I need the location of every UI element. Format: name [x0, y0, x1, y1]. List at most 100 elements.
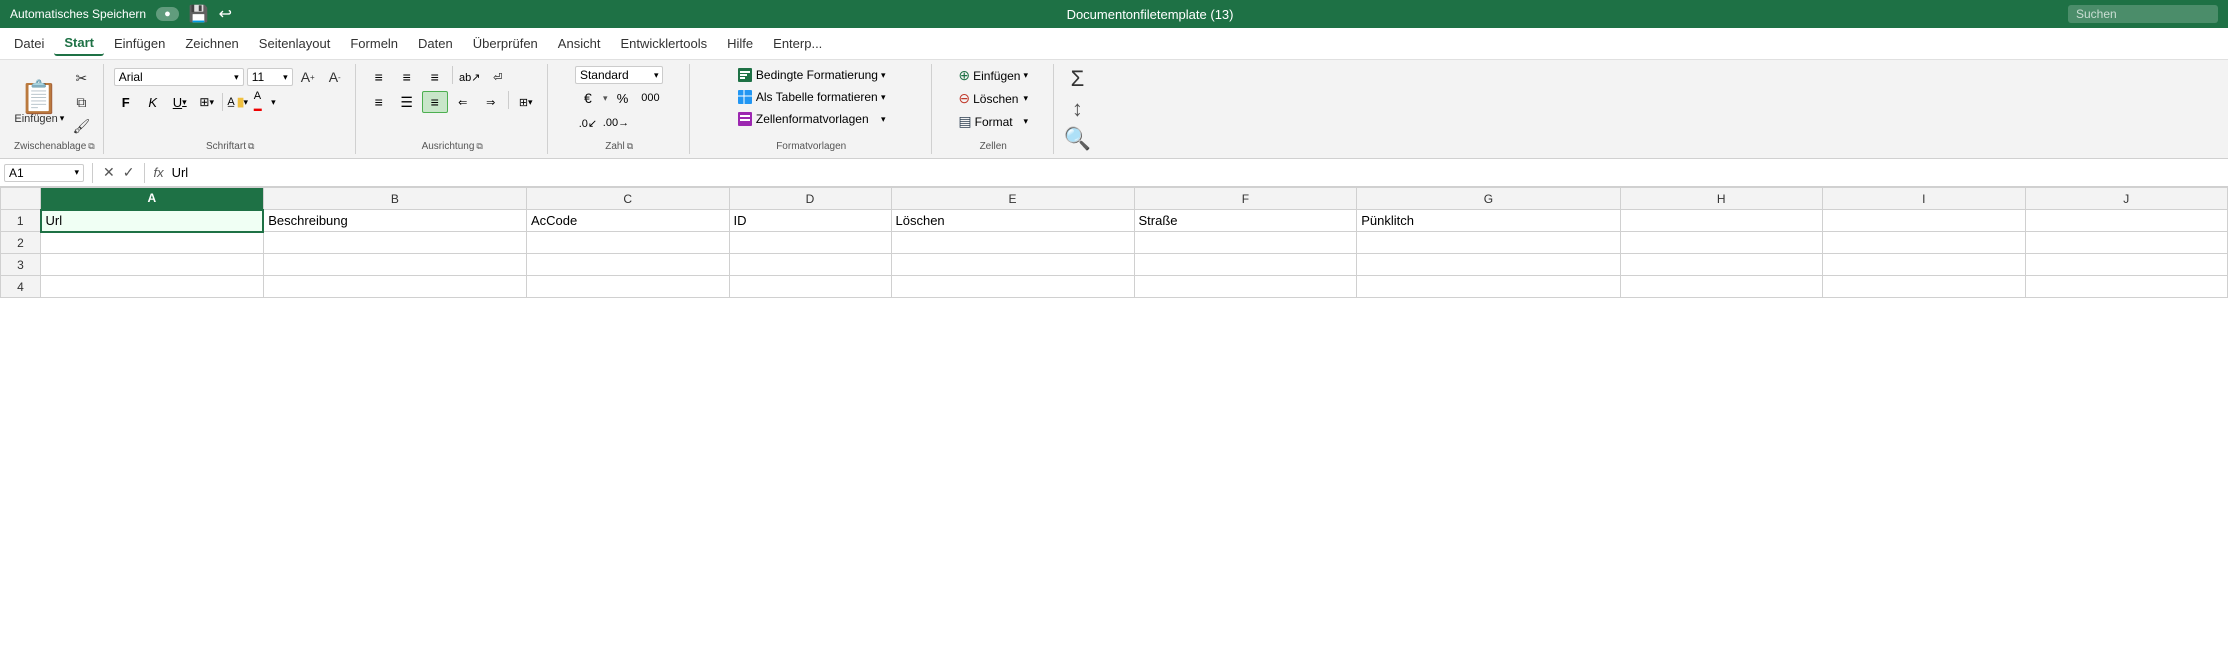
cell-C1[interactable]: AcCode	[527, 210, 730, 232]
confirm-formula-button[interactable]: ✓	[121, 162, 137, 183]
format-button[interactable]: ▤ Format ▾	[954, 112, 1032, 131]
sort-button[interactable]: ↕	[1072, 96, 1083, 122]
col-header-J[interactable]: J	[2025, 188, 2228, 210]
cell-B1[interactable]: Beschreibung	[263, 210, 526, 232]
menu-item-formeln[interactable]: Formeln	[340, 32, 408, 55]
cell-I4[interactable]	[1823, 276, 2026, 298]
col-header-C[interactable]: C	[527, 188, 730, 210]
merge-cells-button[interactable]: ⊞ ▾	[513, 91, 539, 113]
cell-E2[interactable]	[891, 232, 1134, 254]
undo-icon[interactable]: ↩	[219, 4, 232, 24]
menu-item-seitenlayout[interactable]: Seitenlayout	[249, 32, 341, 55]
col-header-D[interactable]: D	[729, 188, 891, 210]
cell-F1[interactable]: Straße	[1134, 210, 1357, 232]
menu-item-zeichnen[interactable]: Zeichnen	[175, 32, 248, 55]
cell-C3[interactable]	[527, 254, 730, 276]
cell-C2[interactable]	[527, 232, 730, 254]
autosave-toggle[interactable]: ●	[156, 7, 179, 21]
font-color-button[interactable]: A ▬ ▾	[253, 91, 277, 113]
font-name-selector[interactable]: Arial ▾	[114, 68, 244, 86]
paste-button[interactable]: 📋 Einfügen ▾	[14, 81, 64, 125]
decrease-font-button[interactable]: A-	[323, 66, 347, 88]
col-header-B[interactable]: B	[263, 188, 526, 210]
col-header-H[interactable]: H	[1620, 188, 1823, 210]
cell-H1[interactable]	[1620, 210, 1823, 232]
cell-A3[interactable]	[41, 254, 264, 276]
cell-J2[interactable]	[2025, 232, 2228, 254]
cell-I3[interactable]	[1823, 254, 2026, 276]
cell-G4[interactable]	[1357, 276, 1620, 298]
search-input[interactable]	[2068, 5, 2218, 23]
cell-H2[interactable]	[1620, 232, 1823, 254]
accounting-button[interactable]: €	[575, 87, 601, 109]
align-center-button[interactable]: ☰	[394, 91, 420, 113]
find-button[interactable]: 🔍	[1064, 126, 1091, 152]
autosum-button[interactable]: Σ	[1071, 66, 1085, 92]
cell-E4[interactable]	[891, 276, 1134, 298]
bedingte-formatierung-button[interactable]: Bedingte Formatierung ▾	[733, 66, 890, 84]
menu-item-einfuegen[interactable]: Einfügen	[104, 32, 175, 55]
cell-J1[interactable]	[2025, 210, 2228, 232]
ausrichtung-expand[interactable]: ⧉	[476, 141, 482, 152]
cell-G1[interactable]: Pünklitch	[1357, 210, 1620, 232]
copy-button[interactable]: ⧉	[68, 92, 94, 114]
cell-E1[interactable]: Löschen	[891, 210, 1134, 232]
decrease-decimal-button[interactable]: .0↙	[575, 112, 601, 134]
cell-D4[interactable]	[729, 276, 891, 298]
cell-A1[interactable]: Url	[41, 210, 264, 232]
als-tabelle-button[interactable]: Als Tabelle formatieren ▾	[733, 88, 890, 106]
font-size-selector[interactable]: 11 ▾	[247, 68, 293, 86]
save-icon[interactable]: 💾	[189, 4, 209, 24]
cell-J3[interactable]	[2025, 254, 2228, 276]
cell-H4[interactable]	[1620, 276, 1823, 298]
menu-item-daten[interactable]: Daten	[408, 32, 463, 55]
format-painter-button[interactable]: 🖌	[68, 116, 94, 138]
loeschen-button[interactable]: ⊖ Löschen ▾	[954, 89, 1032, 108]
paste-dropdown-arrow[interactable]: ▾	[60, 113, 65, 124]
cancel-formula-button[interactable]: ✕	[101, 162, 117, 183]
increase-indent-button[interactable]: ⇒	[478, 91, 504, 113]
text-orientation-button[interactable]: ab↗	[457, 66, 483, 88]
zwischenablage-expand[interactable]: ⧉	[88, 141, 94, 152]
menu-item-entwicklertools[interactable]: Entwicklertools	[610, 32, 717, 55]
decrease-indent-button[interactable]: ⇐	[450, 91, 476, 113]
italic-button[interactable]: K	[141, 91, 165, 113]
menu-item-enterp[interactable]: Enterp...	[763, 32, 832, 55]
col-header-I[interactable]: I	[1823, 188, 2026, 210]
align-top-button[interactable]: ≡	[366, 66, 392, 88]
align-middle-button[interactable]: ≡	[394, 66, 420, 88]
cell-B4[interactable]	[263, 276, 526, 298]
col-header-A[interactable]: A	[41, 188, 264, 210]
align-left-button[interactable]: ≡	[366, 91, 392, 113]
thousands-button[interactable]: 000	[637, 87, 663, 109]
cell-G3[interactable]	[1357, 254, 1620, 276]
cell-F3[interactable]	[1134, 254, 1357, 276]
menu-item-datei[interactable]: Datei	[4, 32, 54, 55]
border-button[interactable]: ⊞ ▾	[195, 91, 219, 113]
cell-C4[interactable]	[527, 276, 730, 298]
percent-button[interactable]: %	[609, 87, 635, 109]
increase-decimal-button[interactable]: .00→	[603, 112, 629, 134]
cell-G2[interactable]	[1357, 232, 1620, 254]
bold-button[interactable]: F	[114, 91, 138, 113]
einfuegen-button[interactable]: ⊕ Einfügen ▾	[954, 66, 1032, 85]
cell-reference-box[interactable]: A1 ▾	[4, 164, 84, 182]
cell-D3[interactable]	[729, 254, 891, 276]
align-bottom-button[interactable]: ≡	[422, 66, 448, 88]
increase-font-button[interactable]: A+	[296, 66, 320, 88]
cell-F2[interactable]	[1134, 232, 1357, 254]
cell-B2[interactable]	[263, 232, 526, 254]
accounting-arrow[interactable]: ▾	[603, 93, 608, 104]
menu-item-hilfe[interactable]: Hilfe	[717, 32, 763, 55]
col-header-G[interactable]: G	[1357, 188, 1620, 210]
cell-D2[interactable]	[729, 232, 891, 254]
cell-J4[interactable]	[2025, 276, 2228, 298]
cell-A2[interactable]	[41, 232, 264, 254]
menu-item-ueberpruefen[interactable]: Überprüfen	[463, 32, 548, 55]
menu-item-start[interactable]: Start	[54, 31, 104, 56]
cell-H3[interactable]	[1620, 254, 1823, 276]
cell-I1[interactable]	[1823, 210, 2026, 232]
cell-D1[interactable]: ID	[729, 210, 891, 232]
col-header-E[interactable]: E	[891, 188, 1134, 210]
cut-button[interactable]: ✂	[68, 68, 94, 90]
